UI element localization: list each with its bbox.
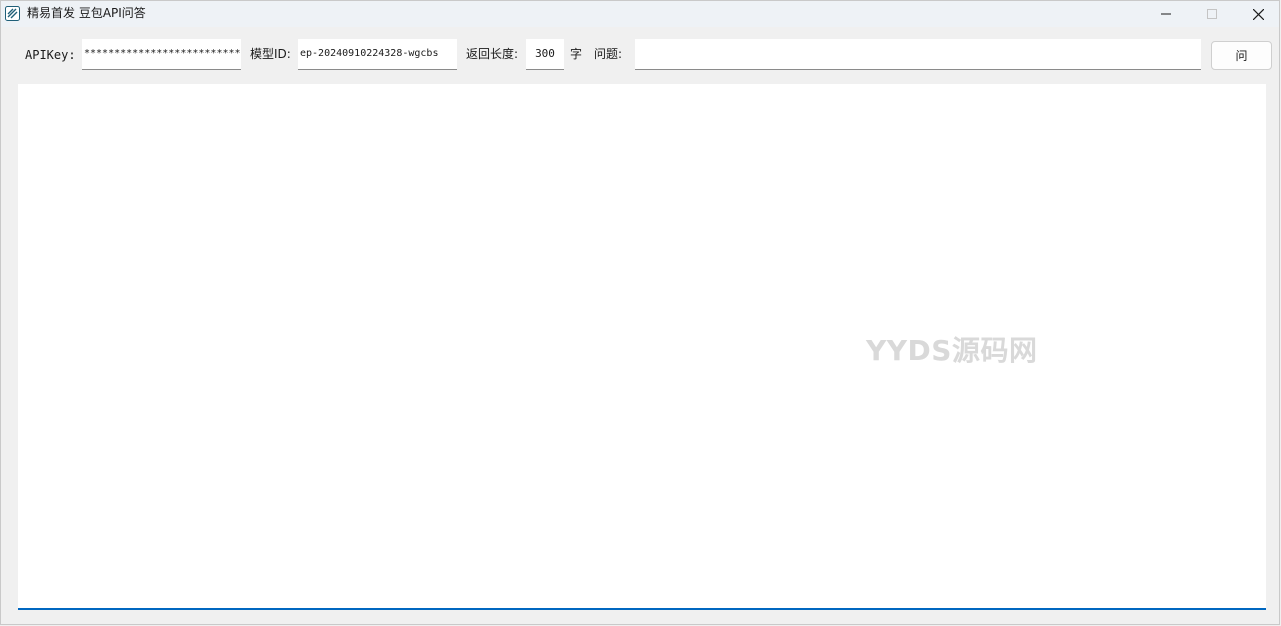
return-length-label: 返回长度: [466, 47, 519, 61]
window-title: 精易首发 豆包API问答 [27, 6, 146, 20]
maximize-button[interactable] [1189, 1, 1235, 27]
return-length-input[interactable]: 300 [526, 39, 564, 70]
maximize-icon [1207, 9, 1217, 19]
watermark: YYDS源码网 [866, 334, 1038, 367]
main-window: 精易首发 豆包API问答 APIKey: *******************… [0, 0, 1280, 625]
apikey-input[interactable]: ************************** [82, 39, 241, 70]
close-button[interactable] [1235, 1, 1281, 27]
question-input[interactable] [635, 39, 1201, 70]
ask-button[interactable]: 问 [1211, 41, 1272, 70]
close-icon [1252, 8, 1264, 20]
app-logo-icon [5, 6, 20, 21]
minimize-button[interactable] [1143, 1, 1189, 27]
question-label: 问题: [594, 47, 623, 61]
minimize-icon [1161, 13, 1171, 15]
answer-output-textarea[interactable] [18, 84, 1266, 610]
model-id-input[interactable]: ep-20240910224328-wgcbs [298, 39, 457, 70]
length-unit-label: 字 [570, 47, 583, 61]
title-bar[interactable]: 精易首发 豆包API问答 [1, 1, 1279, 27]
model-id-label: 模型ID: [250, 47, 291, 61]
apikey-label: APIKey: [25, 48, 76, 62]
